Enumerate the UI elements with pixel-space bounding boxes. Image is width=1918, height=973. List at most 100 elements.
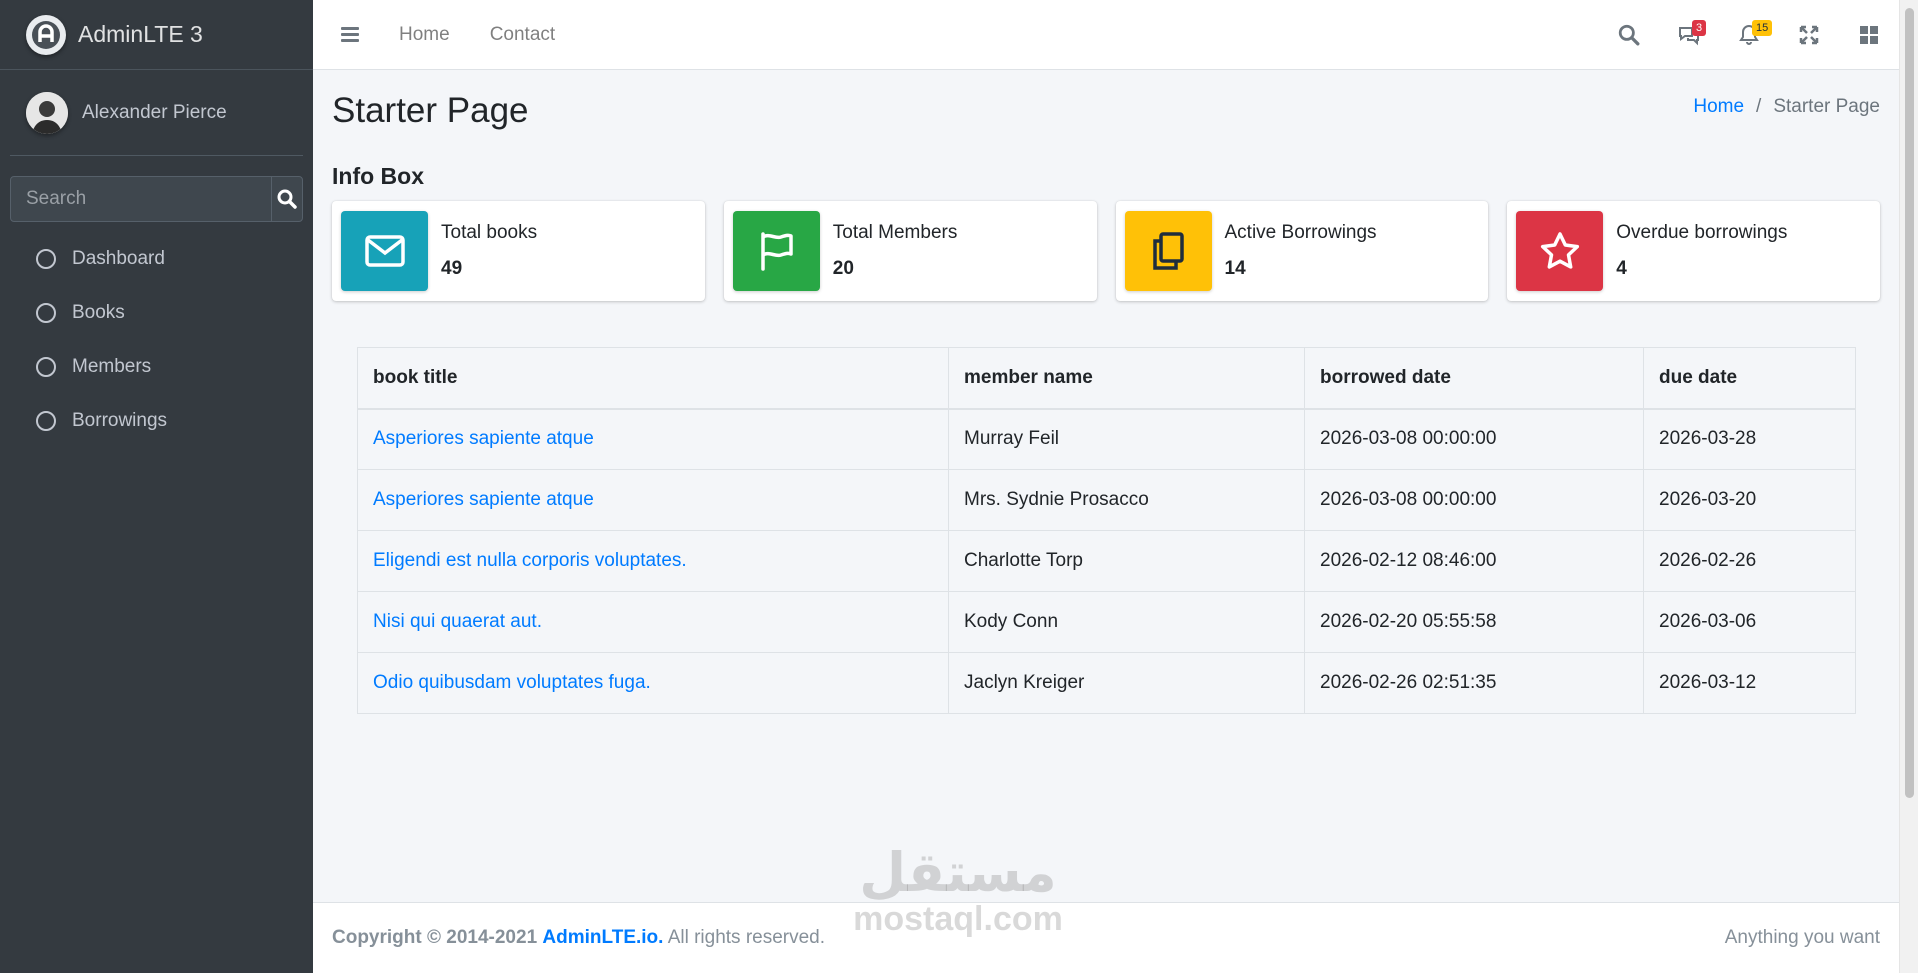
table-row: Odio quibusdam voluptates fuga. Jaclyn K… bbox=[357, 652, 1856, 714]
member-name-cell: Jaclyn Kreiger bbox=[948, 652, 1305, 714]
nav-link-contact[interactable]: Contact bbox=[490, 24, 555, 46]
sidebar-item-label: Borrowings bbox=[72, 410, 168, 431]
watermark-arabic-text: مستقل bbox=[859, 843, 1057, 903]
circle-icon bbox=[36, 303, 56, 323]
borrowed-date-cell: 2026-02-20 05:55:58 bbox=[1304, 591, 1644, 653]
info-box-label: Active Borrowings bbox=[1224, 222, 1377, 243]
brand-text: AdminLTE 3 bbox=[78, 21, 203, 47]
borrowed-date-cell: 2026-03-08 00:00:00 bbox=[1304, 469, 1644, 531]
table-row: Nisi qui quaerat aut. Kody Conn 2026-02-… bbox=[357, 591, 1856, 653]
info-box-number: 14 bbox=[1224, 258, 1246, 279]
info-box-overdue-borrowings: Overdue borrowings 4 bbox=[1507, 201, 1880, 301]
borrowings-table: book title member name borrowed date due… bbox=[357, 347, 1856, 714]
messages-badge: 3 bbox=[1692, 20, 1707, 36]
section-title: Info Box bbox=[332, 163, 424, 189]
content-wrapper: Starter Page Home / Starter Page Info Box … bbox=[313, 70, 1899, 902]
scrollbar-thumb[interactable] bbox=[1905, 8, 1914, 798]
sidebar-item-label: Books bbox=[72, 302, 125, 323]
circle-icon bbox=[36, 411, 56, 431]
sidebar-search bbox=[10, 176, 303, 222]
book-title-link[interactable]: Asperiores sapiente atque bbox=[373, 489, 594, 510]
info-box-number: 20 bbox=[832, 258, 854, 279]
main-footer: Copyright © 2014-2021 AdminLTE.io. All r… bbox=[313, 902, 1899, 973]
info-box-number: 4 bbox=[1616, 258, 1627, 279]
sidebar-item-members[interactable]: Members bbox=[0, 340, 313, 394]
adminlte-logo-icon bbox=[26, 14, 66, 55]
fullscreen-button[interactable] bbox=[1779, 0, 1839, 70]
sidebar-item-books[interactable]: Books bbox=[0, 286, 313, 340]
star-icon bbox=[1516, 211, 1604, 291]
messages-dropdown[interactable]: 3 bbox=[1659, 0, 1719, 70]
book-title-cell: Asperiores sapiente atque bbox=[357, 408, 949, 470]
sidebar-item-dashboard[interactable]: Dashboard bbox=[0, 232, 313, 286]
column-header-borrowed-date: borrowed date bbox=[1304, 347, 1644, 410]
sidebar-search-button[interactable] bbox=[271, 177, 302, 221]
vertical-scrollbar[interactable] bbox=[1899, 0, 1918, 973]
sidebar-nav: Dashboard Books Members Borrowings bbox=[0, 232, 313, 448]
info-box-label: Total Members bbox=[832, 222, 958, 243]
notifications-dropdown[interactable]: 15 bbox=[1719, 0, 1779, 70]
breadcrumb-home-link[interactable]: Home bbox=[1693, 96, 1744, 117]
info-box-total-members: Total Members 20 bbox=[723, 201, 1097, 301]
brand-link[interactable]: AdminLTE 3 bbox=[0, 0, 313, 70]
borrowed-date-cell: 2026-02-26 02:51:35 bbox=[1304, 652, 1644, 714]
info-box-active-borrowings: Active Borrowings 14 bbox=[1115, 201, 1489, 301]
top-navbar: Home Contact 3 15 bbox=[313, 0, 1899, 70]
adminlte-link[interactable]: AdminLTE.io. bbox=[542, 927, 663, 948]
breadcrumb-separator: / bbox=[1756, 96, 1762, 117]
book-title-link[interactable]: Asperiores sapiente atque bbox=[373, 428, 594, 449]
mostaql-watermark: مستقل mostaql.com bbox=[843, 845, 1073, 937]
table-header-row: book title member name borrowed date due… bbox=[357, 347, 1856, 410]
table-row: Asperiores sapiente atque Murray Feil 20… bbox=[357, 408, 1856, 470]
hamburger-menu-icon[interactable] bbox=[341, 24, 359, 45]
member-name-cell: Charlotte Torp bbox=[948, 530, 1305, 592]
due-date-cell: 2026-03-12 bbox=[1643, 652, 1856, 714]
column-header-due-date: due date bbox=[1643, 347, 1856, 410]
info-box-total-books: Total books 49 bbox=[332, 201, 705, 301]
circle-icon bbox=[36, 357, 56, 377]
column-header-book-title: book title bbox=[357, 347, 949, 410]
page-title: Starter Page bbox=[332, 91, 529, 130]
info-box-label: Overdue borrowings bbox=[1616, 222, 1788, 243]
book-title-cell: Asperiores sapiente atque bbox=[357, 469, 949, 531]
borrowed-date-cell: 2026-03-08 00:00:00 bbox=[1304, 408, 1644, 470]
footer-copyright: Copyright © 2014-2021 AdminLTE.io. All r… bbox=[332, 927, 825, 949]
footer-right-text: Anything you want bbox=[1724, 927, 1880, 948]
circle-icon bbox=[36, 249, 56, 269]
book-title-link[interactable]: Odio quibusdam voluptates fuga. bbox=[373, 672, 651, 693]
due-date-cell: 2026-03-20 bbox=[1643, 469, 1856, 531]
sidebar-item-label: Members bbox=[72, 356, 152, 377]
member-name-cell: Kody Conn bbox=[948, 591, 1305, 653]
book-title-link[interactable]: Eligendi est nulla corporis voluptates. bbox=[373, 550, 687, 571]
table-row: Eligendi est nulla corporis voluptates. … bbox=[357, 530, 1856, 592]
copyright-text: Copyright © 2014-2021 bbox=[332, 927, 538, 948]
navbar-right: 3 15 bbox=[1599, 0, 1899, 70]
book-title-cell: Odio quibusdam voluptates fuga. bbox=[357, 652, 949, 714]
flag-icon bbox=[732, 211, 820, 291]
breadcrumb-current: Starter Page bbox=[1773, 96, 1880, 117]
breadcrumb: Home / Starter Page bbox=[1693, 96, 1880, 118]
envelope-icon bbox=[341, 211, 428, 291]
control-sidebar-button[interactable] bbox=[1839, 0, 1899, 70]
user-name[interactable]: Alexander Pierce bbox=[82, 102, 227, 124]
sidebar-search-input[interactable] bbox=[11, 177, 271, 221]
member-name-cell: Murray Feil bbox=[948, 408, 1305, 470]
nav-link-home[interactable]: Home bbox=[399, 24, 450, 46]
th-large-icon bbox=[1860, 26, 1878, 44]
rights-text: All rights reserved. bbox=[667, 927, 826, 948]
sidebar-item-borrowings[interactable]: Borrowings bbox=[0, 394, 313, 448]
search-icon bbox=[1618, 24, 1640, 46]
column-header-member-name: member name bbox=[948, 347, 1305, 410]
borrowed-date-cell: 2026-02-12 08:46:00 bbox=[1304, 530, 1644, 592]
book-title-link[interactable]: Nisi qui quaerat aut. bbox=[373, 611, 542, 632]
navbar-search-button[interactable] bbox=[1599, 0, 1659, 70]
table-row: Asperiores sapiente atque Mrs. Sydnie Pr… bbox=[357, 469, 1856, 531]
user-panel[interactable]: Alexander Pierce bbox=[10, 70, 303, 156]
main-sidebar: AdminLTE 3 Alexander Pierce Dashboard Bo… bbox=[0, 0, 313, 973]
info-box-number: 49 bbox=[441, 258, 463, 279]
notifications-badge: 15 bbox=[1752, 20, 1773, 36]
book-title-cell: Nisi qui quaerat aut. bbox=[357, 591, 949, 653]
watermark-latin-text: mostaql.com bbox=[853, 900, 1063, 938]
member-name-cell: Mrs. Sydnie Prosacco bbox=[948, 469, 1305, 531]
info-box-row: Total books 49 Total Members 20 Active Bor… bbox=[332, 201, 1880, 301]
